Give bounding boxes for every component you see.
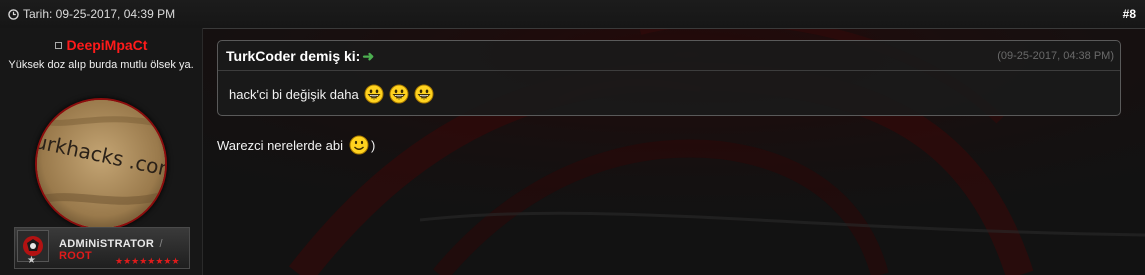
username-link[interactable]: DeepiMpaCt bbox=[67, 37, 148, 53]
avatar[interactable]: turkhacks .com bbox=[35, 98, 167, 230]
rank-sub: ROOT bbox=[59, 250, 92, 262]
quote-author: TurkCoder demiş ki: ➜ bbox=[226, 48, 374, 65]
quote-author-text: TurkCoder demiş ki: bbox=[226, 48, 361, 64]
post-date: Tarih: 09-25-2017, 04:39 PM bbox=[8, 7, 175, 21]
rank-stars: ★★★★★★★★ bbox=[115, 256, 180, 266]
clock-icon bbox=[8, 8, 19, 20]
post-message-text: Warezci nerelerde abi bbox=[217, 137, 343, 153]
rank-badge: ★ ADMiNiSTRATOR / ROOT ★★★★★★★★ bbox=[14, 227, 190, 269]
post-number-link[interactable]: #8 bbox=[1123, 7, 1136, 21]
post-message-suffix: ) bbox=[370, 137, 376, 153]
user-title: Yüksek doz alıp burda mutlu ölsek ya. bbox=[8, 59, 194, 71]
avatar-image: turkhacks .com bbox=[37, 100, 165, 228]
post-date-text: Tarih: 09-25-2017, 04:39 PM bbox=[23, 7, 176, 21]
grin-smiley-icon bbox=[389, 84, 409, 104]
grin-smiley-icon bbox=[364, 84, 384, 104]
arrow-right-icon[interactable]: ➜ bbox=[362, 48, 374, 64]
user-info-panel: DeepiMpaCt Yüksek doz alıp burda mutlu ö… bbox=[0, 28, 203, 275]
quote-header: TurkCoder demiş ki: ➜ (09-25-2017, 04:38 … bbox=[218, 41, 1120, 71]
quote-box: TurkCoder demiş ki: ➜ (09-25-2017, 04:38 … bbox=[217, 40, 1121, 116]
post-header: Tarih: 09-25-2017, 04:39 PM #8 bbox=[0, 0, 1145, 29]
smile-smiley-icon bbox=[349, 135, 369, 155]
quote-time: (09-25-2017, 04:38 PM) bbox=[997, 50, 1114, 62]
quote-text: hack'ci bi değişik daha bbox=[229, 86, 359, 102]
star-icon: ★ bbox=[27, 255, 36, 266]
grin-smiley-icon bbox=[414, 84, 434, 104]
post-message: Warezci nerelerde abi ) bbox=[217, 135, 375, 155]
username-row: DeepiMpaCt bbox=[0, 37, 202, 53]
quote-body: hack'ci bi değişik daha bbox=[229, 84, 434, 104]
rank-separator: / bbox=[159, 238, 163, 250]
online-status-icon bbox=[54, 41, 62, 49]
rank-main: ADMiNiSTRATOR bbox=[59, 238, 155, 250]
